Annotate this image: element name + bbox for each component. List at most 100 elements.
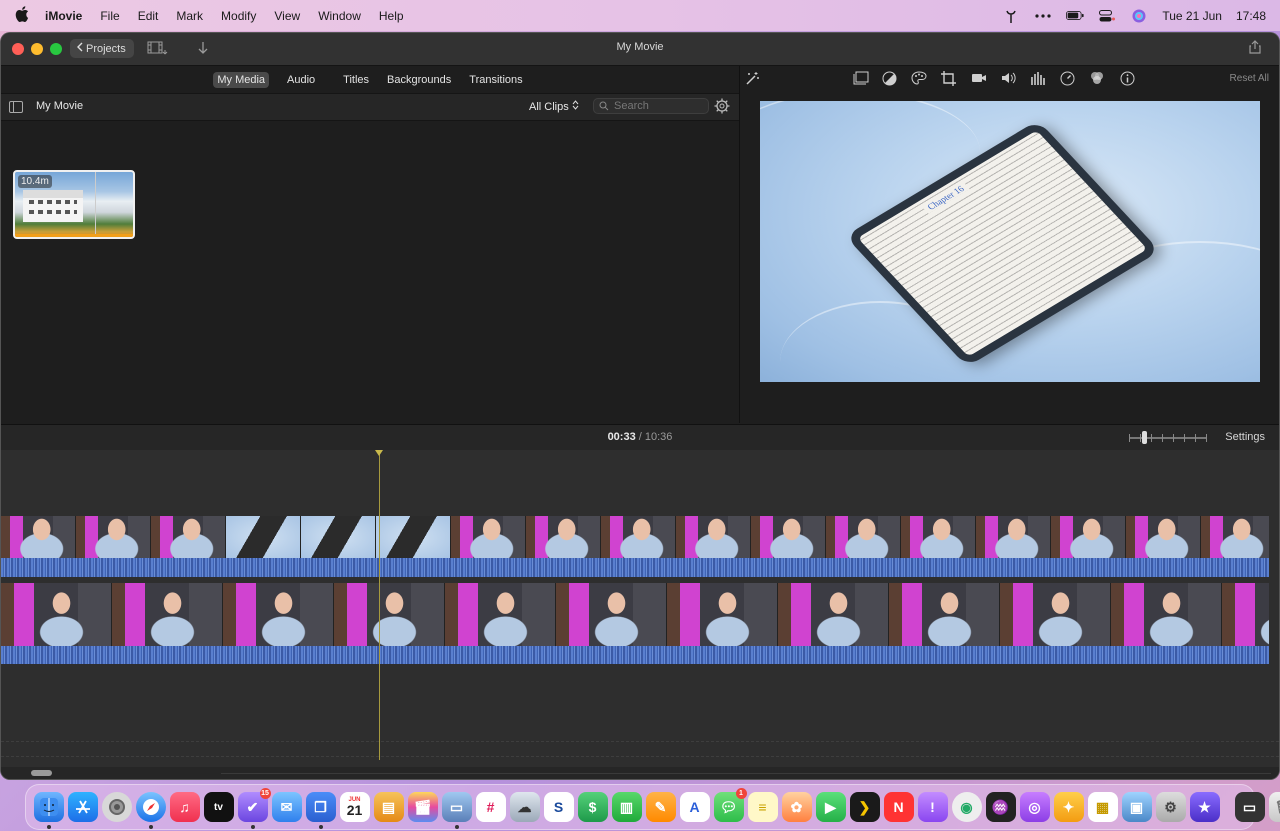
menu-edit[interactable]: Edit bbox=[129, 9, 168, 23]
star-app-icon[interactable]: ★ bbox=[1189, 792, 1220, 822]
presenter-frame bbox=[667, 583, 778, 646]
scrivener-icon[interactable]: S bbox=[543, 792, 574, 822]
playhead[interactable] bbox=[375, 450, 383, 760]
timeline[interactable] bbox=[1, 450, 1279, 779]
magic-wand-icon[interactable] bbox=[744, 71, 760, 90]
presenter-frame bbox=[1222, 583, 1269, 646]
control-center-icon[interactable] bbox=[1098, 9, 1116, 23]
notes-icon[interactable]: ≡ bbox=[747, 792, 778, 822]
total-duration: 10:36 bbox=[644, 431, 673, 443]
feedback-icon[interactable]: ! bbox=[917, 792, 948, 822]
tab-transitions[interactable]: Transitions bbox=[465, 72, 526, 88]
prompt-terminal-icon[interactable]: ❯ bbox=[849, 792, 880, 822]
menu-modify[interactable]: Modify bbox=[212, 9, 265, 23]
imovie-dock-icon[interactable]: ▭ bbox=[441, 792, 472, 829]
evernote-like-icon[interactable]: $ bbox=[577, 792, 608, 822]
menu-view[interactable]: View bbox=[265, 9, 309, 23]
finder-icon[interactable] bbox=[33, 792, 64, 829]
xcode-like-icon[interactable]: A bbox=[679, 792, 710, 822]
more-icon[interactable] bbox=[1034, 9, 1052, 23]
facetime-icon[interactable]: ▶ bbox=[815, 792, 846, 822]
clip-filter-label: All Clips bbox=[529, 101, 569, 113]
apple-menu-icon[interactable] bbox=[15, 5, 31, 26]
search-icon bbox=[599, 101, 609, 111]
tasks-app-icon[interactable]: ✔ 15 bbox=[237, 788, 271, 829]
antenna-icon[interactable] bbox=[1002, 9, 1020, 23]
menu-file[interactable]: File bbox=[91, 9, 128, 23]
final-cut-icon[interactable]: 🎬︎ bbox=[407, 792, 438, 822]
speed-gauge-icon[interactable] bbox=[1060, 71, 1075, 89]
sidebar-toggle-icon[interactable] bbox=[9, 101, 23, 113]
clip-filter-icon[interactable] bbox=[1089, 71, 1105, 89]
palette-icon[interactable] bbox=[911, 71, 927, 88]
app-store-icon[interactable] bbox=[67, 792, 98, 822]
color-balance-icon[interactable] bbox=[853, 71, 869, 88]
tab-backgrounds[interactable]: Backgrounds bbox=[383, 72, 455, 88]
scrollbar-thumb[interactable] bbox=[31, 770, 52, 776]
system-preferences-icon[interactable] bbox=[101, 792, 132, 822]
downloads-stack-icon[interactable]: ▭ bbox=[1234, 792, 1265, 822]
tab-audio[interactable]: Audio bbox=[283, 72, 319, 88]
preview-icon[interactable]: ▣ bbox=[1121, 792, 1152, 822]
menu-window[interactable]: Window bbox=[309, 9, 370, 23]
video-preview[interactable]: Chapter 16 bbox=[760, 101, 1260, 382]
battery-icon[interactable] bbox=[1066, 9, 1084, 23]
keynote-icon[interactable]: ▤ bbox=[373, 792, 404, 822]
apple-tv-icon[interactable]: tv bbox=[203, 792, 234, 822]
reset-all-button[interactable]: Reset All bbox=[1230, 73, 1269, 84]
safari-icon[interactable] bbox=[135, 792, 166, 829]
music-icon[interactable]: ♫ bbox=[169, 792, 200, 822]
pixelmator-icon[interactable]: ✿ bbox=[781, 792, 812, 822]
news-icon[interactable]: N bbox=[883, 792, 914, 822]
trash-icon[interactable]: 🗑︎ bbox=[1268, 792, 1280, 822]
scrollbar-track bbox=[221, 773, 1271, 774]
color-correction-icon[interactable] bbox=[882, 71, 897, 89]
pages-icon[interactable]: ✎ bbox=[645, 792, 676, 822]
equalizer-icon[interactable] bbox=[1030, 71, 1046, 88]
calendar-icon[interactable]: JUN 21 bbox=[339, 792, 370, 822]
menubar-date[interactable]: Tue 21 Jun bbox=[1162, 9, 1222, 23]
presenter-frame bbox=[751, 516, 826, 558]
mail-icon[interactable]: ✉ bbox=[271, 792, 302, 822]
share-icon[interactable] bbox=[1249, 40, 1261, 57]
search-input[interactable]: Search bbox=[593, 98, 709, 114]
menu-mark[interactable]: Mark bbox=[167, 9, 212, 23]
contacts-icon[interactable]: ▦ bbox=[1087, 792, 1118, 822]
stabilization-camera-icon[interactable] bbox=[971, 71, 987, 87]
timeline-zoom-slider[interactable] bbox=[1129, 431, 1207, 444]
cloud-backup-icon[interactable]: ☁ bbox=[509, 792, 540, 822]
screens-icon[interactable]: ❐ bbox=[305, 792, 336, 829]
mail-client-icon[interactable]: ◉ bbox=[951, 792, 982, 822]
tasks-badge: 15 bbox=[259, 788, 271, 799]
messages-icon[interactable]: 💬︎ 1 bbox=[713, 788, 747, 822]
crop-icon[interactable] bbox=[941, 71, 956, 89]
timeline-horizontal-scrollbar[interactable] bbox=[1, 767, 1279, 779]
siri-icon[interactable] bbox=[1130, 9, 1148, 23]
timeline-settings-button[interactable]: Settings bbox=[1225, 431, 1265, 443]
audio-editor-icon[interactable]: ♒ bbox=[985, 792, 1016, 822]
media-clip-thumbnail[interactable]: 10.4m bbox=[13, 170, 135, 239]
presenter-frame bbox=[1, 516, 76, 558]
menu-help[interactable]: Help bbox=[370, 9, 413, 23]
dock: ♫ tv ✔ 15 ✉ ❐ JUN 21 ▤ 🎬︎ ▭ # ☁ S $ ▥ ✎ … bbox=[25, 784, 1280, 830]
clip-filter-select[interactable]: All Clips bbox=[529, 100, 579, 113]
podcasts-icon[interactable]: ◎ bbox=[1019, 792, 1050, 822]
main-audio-waveform[interactable] bbox=[1, 646, 1269, 664]
tips-icon[interactable]: ✦ bbox=[1053, 792, 1084, 822]
menu-app-name[interactable]: iMovie bbox=[45, 9, 91, 23]
zoom-slider-knob[interactable] bbox=[1142, 431, 1147, 444]
cleaner-app-icon[interactable]: ⚙ bbox=[1155, 792, 1186, 822]
info-icon[interactable] bbox=[1120, 71, 1135, 89]
cutaway-video-track[interactable] bbox=[1, 516, 1269, 558]
main-video-track[interactable] bbox=[1, 583, 1269, 646]
menubar-time[interactable]: 17:48 bbox=[1236, 9, 1266, 23]
presenter-frame bbox=[676, 516, 751, 558]
cutaway-audio-waveform[interactable] bbox=[1, 558, 1269, 577]
volume-icon[interactable] bbox=[1001, 71, 1017, 88]
tab-my-media[interactable]: My Media bbox=[213, 71, 270, 88]
tab-titles[interactable]: Titles bbox=[339, 72, 373, 88]
presenter-frame bbox=[601, 516, 676, 558]
slack-icon[interactable]: # bbox=[475, 792, 506, 822]
numbers-icon[interactable]: ▥ bbox=[611, 792, 642, 822]
browser-settings-gear-icon[interactable] bbox=[714, 98, 730, 118]
